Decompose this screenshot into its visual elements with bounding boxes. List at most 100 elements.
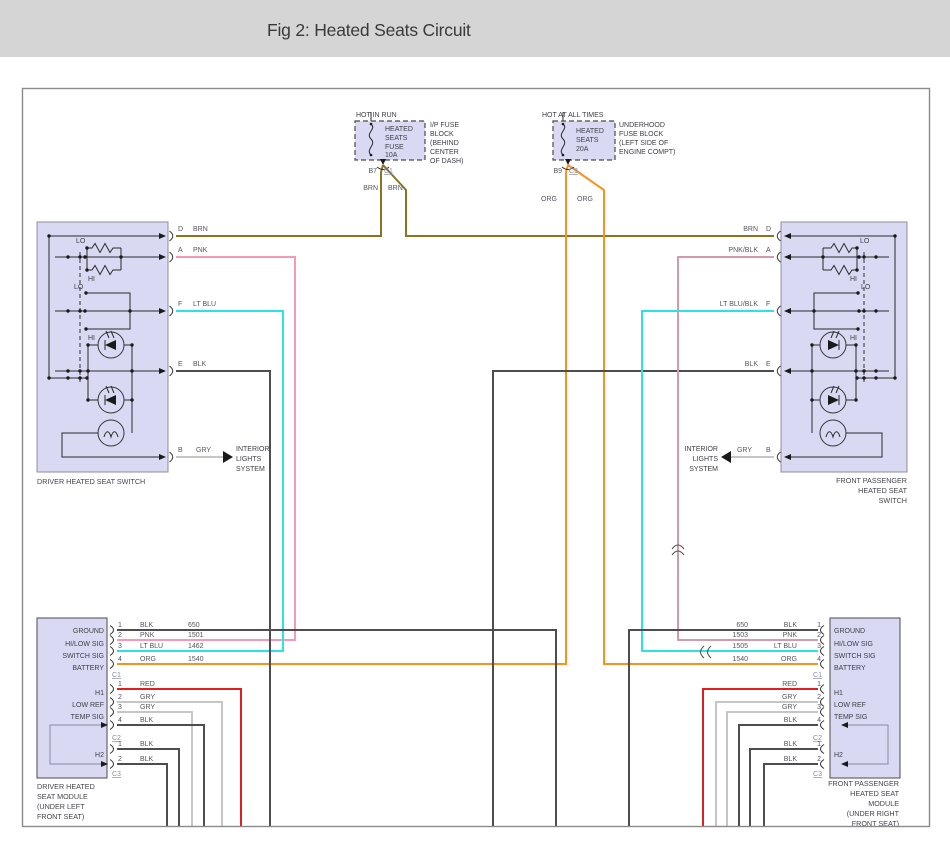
signal-label: BATTERY bbox=[72, 665, 104, 672]
signal-label: SWITCH SIG bbox=[834, 653, 876, 660]
pin-number: 1 bbox=[118, 622, 122, 629]
wire-color-label: GRY bbox=[782, 704, 797, 711]
switch-box bbox=[781, 222, 907, 472]
pin-letter: B bbox=[766, 447, 771, 454]
interior-lights-label: LIGHTS bbox=[236, 456, 262, 463]
connector-label: C3 bbox=[112, 771, 121, 778]
resistor-lo-label: LO bbox=[860, 238, 870, 245]
fuse-name: SEATS bbox=[576, 137, 599, 144]
fuse-block-location: FUSE BLOCK bbox=[619, 131, 664, 138]
pin-number: 4 bbox=[817, 656, 821, 663]
wire-color-label: BLK bbox=[140, 741, 154, 748]
fuse-name: 20A bbox=[576, 146, 589, 153]
pin-number: 2 bbox=[817, 694, 821, 701]
pin-letter: F bbox=[766, 301, 770, 308]
contact-hi-label: HI bbox=[88, 335, 95, 342]
signal-label: BATTERY bbox=[834, 665, 866, 672]
title-bar bbox=[0, 0, 950, 57]
wire-color-label: BLK bbox=[784, 622, 798, 629]
contact-lo-label: LO bbox=[74, 284, 84, 291]
wire-color-label: BLK bbox=[140, 756, 154, 763]
fuse-connector: C1 bbox=[384, 168, 393, 175]
wire-color-label: GRY bbox=[140, 704, 155, 711]
pin-number: 2 bbox=[118, 632, 122, 639]
wiring-diagram-page: Fig 2: Heated Seats Circuit bbox=[0, 0, 950, 849]
fuse-name: FUSE bbox=[385, 144, 404, 151]
circuit-number: 650 bbox=[188, 622, 200, 629]
switch-label: DRIVER HEATED SEAT SWITCH bbox=[37, 477, 145, 486]
wire-color-label: PNK bbox=[140, 632, 155, 639]
pin-letter: E bbox=[178, 361, 183, 368]
fuse-block-location: UNDERHOOD bbox=[619, 122, 665, 129]
signal-label: LOW REF bbox=[834, 702, 866, 709]
signal-label: GROUND bbox=[73, 628, 104, 635]
module-label: HEATED SEAT bbox=[850, 789, 899, 798]
signal-label: GROUND bbox=[834, 628, 865, 635]
interior-lights-label: LIGHTS bbox=[693, 456, 719, 463]
wire-color-label: BLK bbox=[745, 361, 759, 368]
fuse-name: HEATED bbox=[385, 126, 413, 133]
pin-number: 4 bbox=[817, 717, 821, 724]
fuse-name: 10A bbox=[385, 152, 398, 159]
circuit-number: 1540 bbox=[188, 656, 204, 663]
pin-letter: B bbox=[178, 447, 183, 454]
wire-color-label: LT BLU bbox=[140, 643, 163, 650]
signal-label: HI/LOW SIG bbox=[834, 641, 873, 648]
fuse-block-location: OF DASH) bbox=[430, 158, 463, 165]
wire-color-label: BLK bbox=[784, 717, 798, 724]
wire-color-label: PNK/BLK bbox=[728, 247, 758, 254]
pin-letter: E bbox=[766, 361, 771, 368]
fuse-block-location: (BEHIND bbox=[430, 140, 459, 147]
circuit-number: 1505 bbox=[732, 643, 748, 650]
contact-hi-label: HI bbox=[850, 335, 857, 342]
fuse-block-location: CENTER bbox=[430, 149, 459, 156]
signal-label: TEMP SIG bbox=[71, 714, 104, 721]
contact-lo-label: LO bbox=[861, 284, 871, 291]
module-label: FRONT PASSENGER bbox=[828, 779, 899, 788]
pin-letter: A bbox=[178, 247, 183, 254]
pin-number: 2 bbox=[118, 694, 122, 701]
resistor-lo-label: LO bbox=[76, 238, 86, 245]
circuit-number: 1501 bbox=[188, 632, 204, 639]
wire-color-label: ORG bbox=[781, 656, 797, 663]
wire-color-label: ORG bbox=[577, 196, 593, 203]
pin-letter: F bbox=[178, 301, 182, 308]
switch-label: SWITCH bbox=[879, 496, 907, 505]
module-label: SEAT MODULE bbox=[37, 792, 88, 801]
wire-color-label: BLK bbox=[784, 756, 798, 763]
pin-number: 2 bbox=[817, 756, 821, 763]
pin-letter: A bbox=[766, 247, 771, 254]
wire-color-label: GRY bbox=[140, 694, 155, 701]
wire-color-label: BRN bbox=[388, 185, 403, 192]
connector-label: C1 bbox=[813, 672, 822, 679]
pin-number: 4 bbox=[118, 656, 122, 663]
resistor-hi-label: HI bbox=[88, 276, 95, 283]
pin-number: 1 bbox=[118, 681, 122, 688]
signal-label: H2 bbox=[834, 752, 843, 759]
wire-color-label: GRY bbox=[782, 694, 797, 701]
fuse-block-location: (LEFT SIDE OF bbox=[619, 140, 668, 147]
wire-color-label: GRY bbox=[196, 447, 211, 454]
fuse-block-location: BLOCK bbox=[430, 131, 454, 138]
fuse-block-location: ENGINE COMPT) bbox=[619, 149, 675, 156]
wire-color-label: PNK bbox=[193, 247, 208, 254]
signal-label: SWITCH SIG bbox=[62, 653, 104, 660]
wire-color-label: ORG bbox=[541, 196, 557, 203]
fuse-pin: B9 bbox=[553, 168, 562, 175]
module-label: FRONT SEAT) bbox=[37, 812, 84, 821]
circuit-number: 1503 bbox=[732, 632, 748, 639]
pin-number: 1 bbox=[118, 741, 122, 748]
wire-color-label: PNK bbox=[783, 632, 798, 639]
fuse-name: SEATS bbox=[385, 135, 408, 142]
resistor-hi-label: HI bbox=[850, 276, 857, 283]
fuse-connector: C3 bbox=[569, 168, 578, 175]
switch-label: HEATED SEAT bbox=[858, 486, 907, 495]
wire-color-label: BLK bbox=[193, 361, 207, 368]
wire-color-label: RED bbox=[782, 681, 797, 688]
wire-color-label: LT BLU bbox=[193, 301, 216, 308]
pin-number: 3 bbox=[118, 643, 122, 650]
pin-number: 1 bbox=[817, 681, 821, 688]
module-label: DRIVER HEATED bbox=[37, 782, 95, 791]
wire-color-label: BLK bbox=[784, 741, 798, 748]
circuit-number: 650 bbox=[736, 622, 748, 629]
